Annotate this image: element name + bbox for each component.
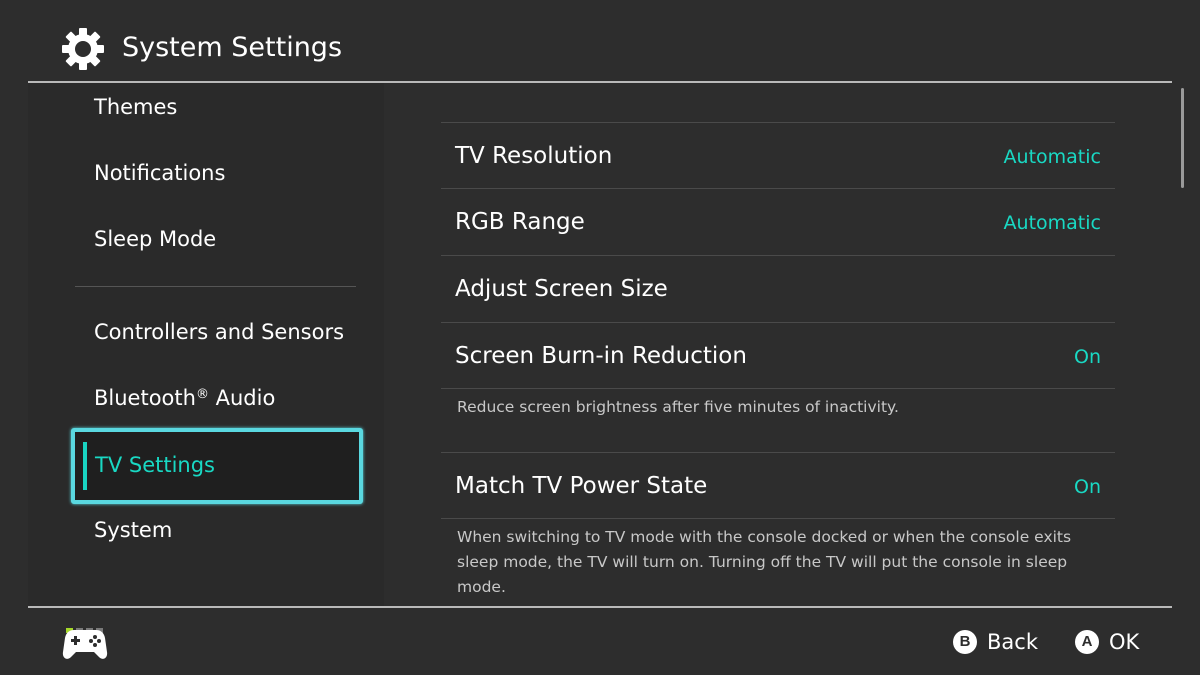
scrollbar[interactable] [1181,88,1184,188]
back-button[interactable]: B Back [953,626,1038,658]
selection-indicator [83,442,87,490]
setting-description: When switching to TV mode with the conso… [457,528,1072,596]
row-divider [441,388,1115,389]
a-button-icon: A [1075,630,1099,654]
sidebar-item-label: Notifications [94,161,226,185]
controller-icon [62,630,108,659]
settings-panel: TV Resolution Automatic RGB Range Automa… [384,83,1172,606]
sidebar-item-notifications[interactable]: Notifications [94,158,225,188]
setting-label: Screen Burn-in Reduction [455,343,747,369]
sidebar-item-label: Themes [94,95,178,119]
header: System Settings [0,0,1200,82]
sidebar-item-label-suffix: Audio [208,386,276,410]
setting-tv-resolution[interactable]: TV Resolution Automatic [441,123,1115,189]
setting-description: Reduce screen brightness after five minu… [457,398,899,416]
setting-label: Match TV Power State [455,473,708,499]
setting-label: RGB Range [455,209,585,235]
sidebar-divider [75,286,356,287]
sidebar: Themes Notifications Sleep Mode Controll… [28,83,384,606]
sidebar-item-tv-settings[interactable]: TV Settings [71,428,363,504]
setting-screen-burn-in-reduction[interactable]: Screen Burn-in Reduction On [441,323,1115,389]
sidebar-item-label: TV Settings [95,453,216,477]
sidebar-item-themes[interactable]: Themes [94,92,177,122]
player-indicator [66,618,106,633]
ok-button-label: OK [1109,630,1140,654]
back-button-label: Back [987,630,1038,654]
sidebar-item-label: Bluetooth [94,386,196,410]
sidebar-item-sleep-mode[interactable]: Sleep Mode [94,224,216,254]
sidebar-item-controllers-and-sensors[interactable]: Controllers and Sensors [94,317,344,347]
setting-match-tv-power-state[interactable]: Match TV Power State On [441,453,1115,519]
setting-value: On [1074,476,1101,498]
sidebar-item-label: System [94,518,173,542]
setting-value: Automatic [1003,212,1101,234]
page-title: System Settings [122,32,343,63]
setting-label: Adjust Screen Size [455,276,668,302]
setting-rgb-range[interactable]: RGB Range Automatic [441,189,1115,255]
setting-value: On [1074,346,1101,368]
row-divider [441,518,1115,519]
gear-icon [62,28,104,70]
b-button-icon: B [953,630,977,654]
sidebar-item-label: Controllers and Sensors [94,320,345,344]
sidebar-item-system[interactable]: System [94,515,172,545]
setting-adjust-screen-size[interactable]: Adjust Screen Size [441,256,1115,322]
sidebar-item-bluetooth-audio[interactable]: Bluetooth® Audio [94,383,275,413]
setting-value: Automatic [1003,146,1101,168]
sidebar-item-label: Sleep Mode [94,227,217,251]
ok-button[interactable]: A OK [1075,626,1139,658]
footer-divider [28,606,1172,608]
setting-label: TV Resolution [455,143,613,169]
registered-mark: ® [195,387,209,402]
